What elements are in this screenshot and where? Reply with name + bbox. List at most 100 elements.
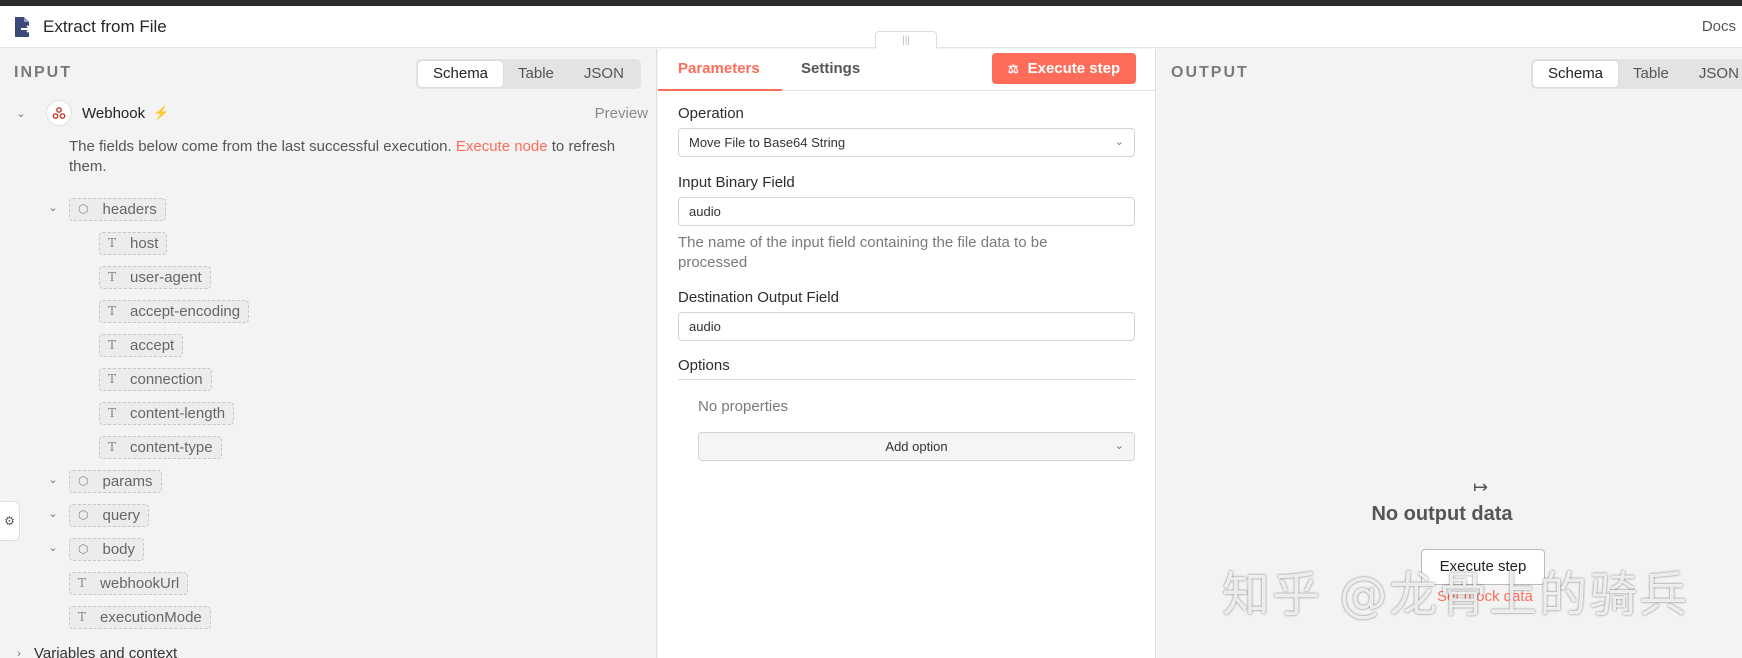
destination-field[interactable]: audio — [678, 312, 1135, 341]
webhook-icon — [46, 100, 72, 126]
flask-icon: ⚖ — [1007, 61, 1019, 76]
output-view-schema[interactable]: Schema — [1533, 61, 1619, 87]
parameters-panel: ||| Parameters Settings ⚖ Execute step O… — [658, 31, 1156, 658]
cube-icon: ⬡ — [78, 508, 89, 522]
text-type-icon: T — [108, 440, 117, 454]
output-view-table[interactable]: Table — [1618, 61, 1684, 87]
schema-key: accept — [130, 336, 175, 354]
schema-key: host — [130, 234, 159, 252]
file-extract-icon — [12, 16, 34, 38]
output-view-json[interactable]: JSON — [1684, 61, 1742, 87]
schema-key: executionMode — [100, 608, 202, 626]
chevron-down-icon[interactable]: ⌄ — [46, 541, 60, 554]
schema-key: params — [102, 472, 153, 490]
trigger-bolt-icon: ⚡ — [153, 105, 170, 120]
chevron-down-icon[interactable]: ⌄ — [14, 107, 28, 120]
webhook-node-name: Webhook — [82, 104, 146, 122]
watermark: 知乎 @龙骨上的骑兵 — [1222, 567, 1690, 623]
schema-key: headers — [102, 200, 157, 218]
schema-string-pill[interactable]: Tcontent-type — [99, 435, 222, 459]
schema-key: accept-encoding — [130, 302, 241, 320]
schema-key: content-length — [130, 404, 226, 422]
variables-label: Variables and context — [34, 645, 178, 658]
input-view-schema[interactable]: Schema — [418, 61, 504, 87]
schema-object-pill[interactable]: ⬡ body — [69, 537, 145, 561]
output-label: OUTPUT — [1171, 64, 1249, 81]
destination-value: audio — [689, 319, 721, 334]
operation-label: Operation — [678, 105, 744, 122]
operation-select[interactable]: Move File to Base64 String ⌄ — [678, 128, 1135, 157]
text-type-icon: T — [108, 236, 117, 250]
schema-string-pill[interactable]: Tcontent-length — [99, 401, 235, 425]
no-properties-text: No properties — [698, 398, 789, 415]
no-output-title: No output data — [1371, 503, 1513, 525]
schema-string-pill[interactable]: Taccept — [99, 333, 184, 357]
node-switch-tab[interactable]: ⚙ — [0, 501, 20, 541]
info-text-before: The fields below come from the last succ… — [69, 138, 456, 155]
options-divider — [678, 379, 1135, 380]
schema-key: user-agent — [130, 268, 202, 286]
schema-headers-row[interactable]: ⌄ ⬡ headers — [46, 197, 166, 221]
schema-field-row[interactable]: TexecutionMode — [69, 605, 211, 629]
execute-step-button[interactable]: ⚖ Execute step — [992, 53, 1136, 84]
schema-field-row[interactable]: Taccept-encoding — [99, 299, 250, 323]
schema-query-row[interactable]: ⌄ ⬡ query — [46, 503, 150, 527]
webhook-node-row[interactable]: ⌄ Webhook ⚡ Preview — [14, 100, 654, 126]
add-option-button[interactable]: Add option ⌄ — [698, 432, 1135, 461]
schema-string-pill[interactable]: TexecutionMode — [69, 605, 211, 629]
schema-string-pill[interactable]: Thost — [99, 231, 168, 255]
chevron-right-icon[interactable]: › — [12, 648, 26, 658]
arrow-to-right-icon: ↦ — [1473, 477, 1489, 497]
cube-icon: ⬡ — [78, 202, 89, 216]
execute-step-label: Execute step — [1027, 60, 1121, 77]
schema-string-pill[interactable]: Taccept-encoding — [99, 299, 250, 323]
schema-body-row[interactable]: ⌄ ⬡ body — [46, 537, 145, 561]
schema-string-pill[interactable]: Tconnection — [99, 367, 212, 391]
operation-value: Move File to Base64 String — [689, 135, 846, 150]
variables-context-row[interactable]: › Variables and context — [12, 645, 177, 658]
text-type-icon: T — [108, 270, 117, 284]
text-type-icon: T — [78, 610, 87, 624]
schema-field-row[interactable]: TwebhookUrl — [69, 571, 189, 595]
docs-link[interactable]: Docs — [1702, 18, 1736, 35]
schema-object-pill[interactable]: ⬡ params — [69, 469, 162, 493]
schema-object-pill[interactable]: ⬡ headers — [69, 197, 166, 221]
active-tab-indicator — [658, 89, 782, 91]
input-view-table[interactable]: Table — [503, 61, 569, 87]
tab-parameters[interactable]: Parameters — [678, 60, 760, 77]
chevron-down-icon[interactable]: ⌄ — [46, 473, 60, 486]
text-type-icon: T — [108, 338, 117, 352]
schema-field-row[interactable]: Tcontent-type — [99, 435, 222, 459]
chevron-down-icon[interactable]: ⌄ — [46, 201, 60, 214]
schema-key: connection — [130, 370, 203, 388]
tab-settings[interactable]: Settings — [801, 60, 860, 77]
schema-string-pill[interactable]: TwebhookUrl — [69, 571, 189, 595]
chevron-down-icon: ⌄ — [1114, 440, 1124, 452]
schema-key: query — [102, 506, 141, 524]
schema-key: webhookUrl — [100, 574, 180, 592]
schema-params-row[interactable]: ⌄ ⬡ params — [46, 469, 162, 493]
output-view-switch: Schema Table JSON — [1531, 59, 1742, 89]
input-view-json[interactable]: JSON — [569, 61, 639, 87]
schema-field-row[interactable]: Tcontent-length — [99, 401, 235, 425]
schema-field-row[interactable]: Thost — [99, 231, 168, 255]
schema-field-row[interactable]: Tconnection — [99, 367, 212, 391]
cube-icon: ⬡ — [78, 474, 89, 488]
text-type-icon: T — [108, 304, 117, 318]
schema-string-pill[interactable]: Tuser-agent — [99, 265, 211, 289]
input-binary-field[interactable]: audio — [678, 197, 1135, 226]
schema-object-pill[interactable]: ⬡ query — [69, 503, 150, 527]
input-label: INPUT — [14, 64, 72, 81]
parameters-tabs: Parameters Settings ⚖ Execute step — [658, 49, 1156, 91]
add-option-label: Add option — [885, 439, 948, 454]
drag-handle[interactable]: ||| — [875, 31, 937, 49]
preview-label: Preview — [594, 104, 648, 122]
schema-field-row[interactable]: Taccept — [99, 333, 184, 357]
input-binary-value: audio — [689, 204, 721, 219]
chevron-down-icon[interactable]: ⌄ — [46, 507, 60, 520]
text-type-icon: T — [78, 576, 87, 590]
schema-field-row[interactable]: Tuser-agent — [99, 265, 211, 289]
input-binary-label: Input Binary Field — [678, 174, 795, 191]
chevron-down-icon: ⌄ — [1114, 136, 1124, 148]
execute-node-link[interactable]: Execute node — [456, 138, 548, 155]
